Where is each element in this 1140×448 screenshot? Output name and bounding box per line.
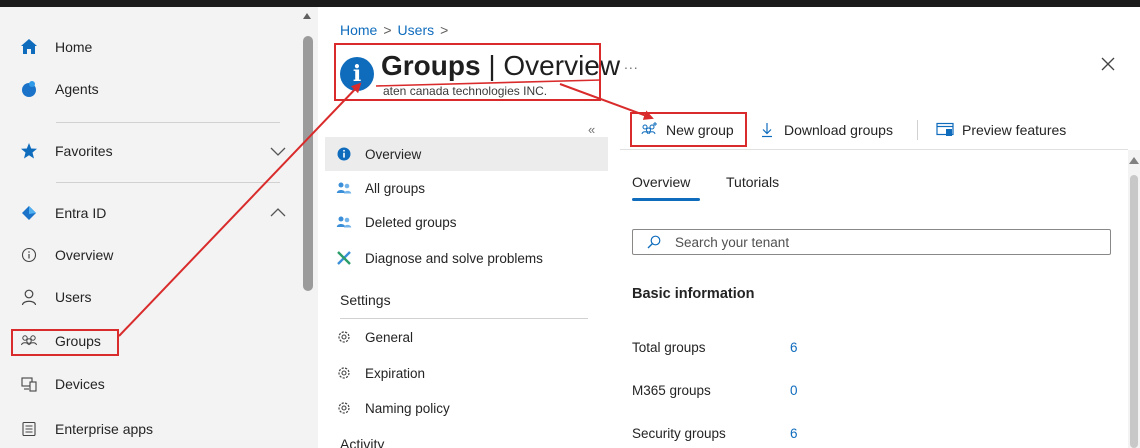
chevron-down-icon[interactable] bbox=[268, 141, 288, 161]
menu-item-diagnose[interactable]: Diagnose and solve problems bbox=[325, 241, 608, 275]
download-icon bbox=[758, 121, 776, 139]
settings-divider bbox=[340, 318, 588, 319]
menu-item-general[interactable]: General bbox=[325, 320, 608, 354]
nav-item-home[interactable]: Home bbox=[0, 27, 302, 67]
search-box[interactable] bbox=[632, 229, 1111, 255]
left-scrollbar-thumb[interactable] bbox=[303, 36, 313, 291]
menu-item-all-groups[interactable]: All groups bbox=[325, 171, 608, 205]
nav-item-enterprise-apps[interactable]: Enterprise apps bbox=[0, 409, 302, 448]
menu-label: All groups bbox=[365, 180, 426, 196]
breadcrumb-separator: > bbox=[383, 22, 392, 38]
top-bar bbox=[0, 0, 1140, 7]
chevron-up-icon[interactable] bbox=[268, 203, 288, 223]
tab-overview[interactable]: Overview bbox=[632, 174, 690, 190]
menu-label: Diagnose and solve problems bbox=[365, 250, 543, 266]
tab-tutorials[interactable]: Tutorials bbox=[726, 174, 779, 190]
nav-label: Enterprise apps bbox=[55, 421, 154, 437]
search-icon bbox=[647, 235, 661, 249]
nav-item-agents[interactable]: Agents bbox=[0, 69, 302, 109]
gear-icon bbox=[336, 329, 352, 345]
highlight-box-page-title bbox=[334, 43, 601, 101]
breadcrumb-home[interactable]: Home bbox=[340, 22, 377, 38]
stat-value-m365-groups[interactable]: 0 bbox=[790, 383, 798, 398]
menu-label: Naming policy bbox=[365, 400, 450, 416]
menu-label: Expiration bbox=[365, 365, 426, 381]
breadcrumb-users[interactable]: Users bbox=[398, 22, 435, 38]
more-options-icon[interactable]: ... bbox=[624, 56, 639, 72]
download-groups-button[interactable]: Download groups bbox=[758, 119, 893, 141]
toolbar-divider-line bbox=[620, 149, 1128, 150]
agents-icon bbox=[19, 79, 39, 99]
nav-item-favorites[interactable]: Favorites bbox=[0, 131, 302, 171]
nav-item-entra-id[interactable]: Entra ID bbox=[0, 193, 302, 233]
breadcrumb: Home > Users > bbox=[340, 22, 448, 38]
info-icon bbox=[336, 146, 352, 162]
groups-icon bbox=[336, 180, 352, 196]
nav-label: Home bbox=[55, 39, 93, 55]
preview-features-label: Preview features bbox=[962, 122, 1067, 138]
nav-item-overview[interactable]: Overview bbox=[0, 235, 302, 275]
gear-icon bbox=[336, 365, 352, 381]
toolbar-divider bbox=[917, 120, 918, 140]
menu-label: Overview bbox=[365, 146, 422, 162]
nav-label: Devices bbox=[55, 376, 105, 392]
preview-features-icon bbox=[936, 121, 954, 139]
activity-header: Activity bbox=[340, 436, 385, 448]
stat-label-security-groups: Security groups bbox=[632, 426, 726, 441]
menu-item-overview[interactable]: Overview bbox=[325, 137, 608, 171]
active-tab-indicator bbox=[632, 198, 700, 201]
settings-header: Settings bbox=[340, 292, 391, 308]
left-nav: Home Agents Favorites Entra ID Overview bbox=[0, 7, 302, 448]
nav-label: Users bbox=[55, 289, 92, 305]
scroll-up-arrow[interactable] bbox=[1129, 157, 1139, 164]
menu-item-deleted-groups[interactable]: Deleted groups bbox=[325, 205, 608, 239]
groups-icon bbox=[336, 214, 352, 230]
menu-label: Deleted groups bbox=[365, 214, 457, 230]
nav-label: Entra ID bbox=[55, 205, 107, 221]
breadcrumb-separator: > bbox=[440, 22, 449, 38]
menu-label: General bbox=[365, 329, 414, 345]
stat-value-security-groups[interactable]: 6 bbox=[790, 426, 798, 441]
nav-divider bbox=[56, 122, 280, 123]
nav-label: Favorites bbox=[55, 143, 113, 159]
star-icon bbox=[19, 141, 39, 161]
nav-divider bbox=[56, 182, 280, 183]
search-input[interactable] bbox=[675, 232, 1095, 252]
collapse-menu-icon[interactable]: « bbox=[588, 122, 595, 137]
wrench-icon bbox=[336, 250, 352, 266]
menu-item-naming-policy[interactable]: Naming policy bbox=[325, 391, 608, 425]
nav-label: Overview bbox=[55, 247, 114, 263]
scroll-up-arrow[interactable] bbox=[303, 13, 311, 19]
close-icon[interactable] bbox=[1096, 52, 1120, 76]
highlight-box-groups-nav bbox=[11, 329, 119, 356]
nav-item-users[interactable]: Users bbox=[0, 277, 302, 317]
nav-label: Agents bbox=[55, 81, 99, 97]
download-groups-label: Download groups bbox=[784, 122, 893, 138]
menu-item-expiration[interactable]: Expiration bbox=[325, 356, 608, 390]
user-icon bbox=[19, 287, 39, 307]
nav-item-devices[interactable]: Devices bbox=[0, 364, 302, 404]
entra-id-icon bbox=[19, 203, 39, 223]
right-scrollbar-thumb[interactable] bbox=[1130, 175, 1138, 448]
basic-info-title: Basic information bbox=[632, 286, 755, 302]
info-outline-icon bbox=[19, 245, 39, 265]
stat-label-m365-groups: M365 groups bbox=[632, 383, 711, 398]
highlight-box-new-group bbox=[630, 112, 747, 147]
enterprise-apps-icon bbox=[19, 419, 39, 439]
home-icon bbox=[19, 37, 39, 57]
devices-icon bbox=[19, 374, 39, 394]
gear-icon bbox=[336, 400, 352, 416]
preview-features-button[interactable]: Preview features bbox=[936, 119, 1066, 141]
stat-label-total-groups: Total groups bbox=[632, 340, 706, 355]
stat-value-total-groups[interactable]: 6 bbox=[790, 340, 798, 355]
